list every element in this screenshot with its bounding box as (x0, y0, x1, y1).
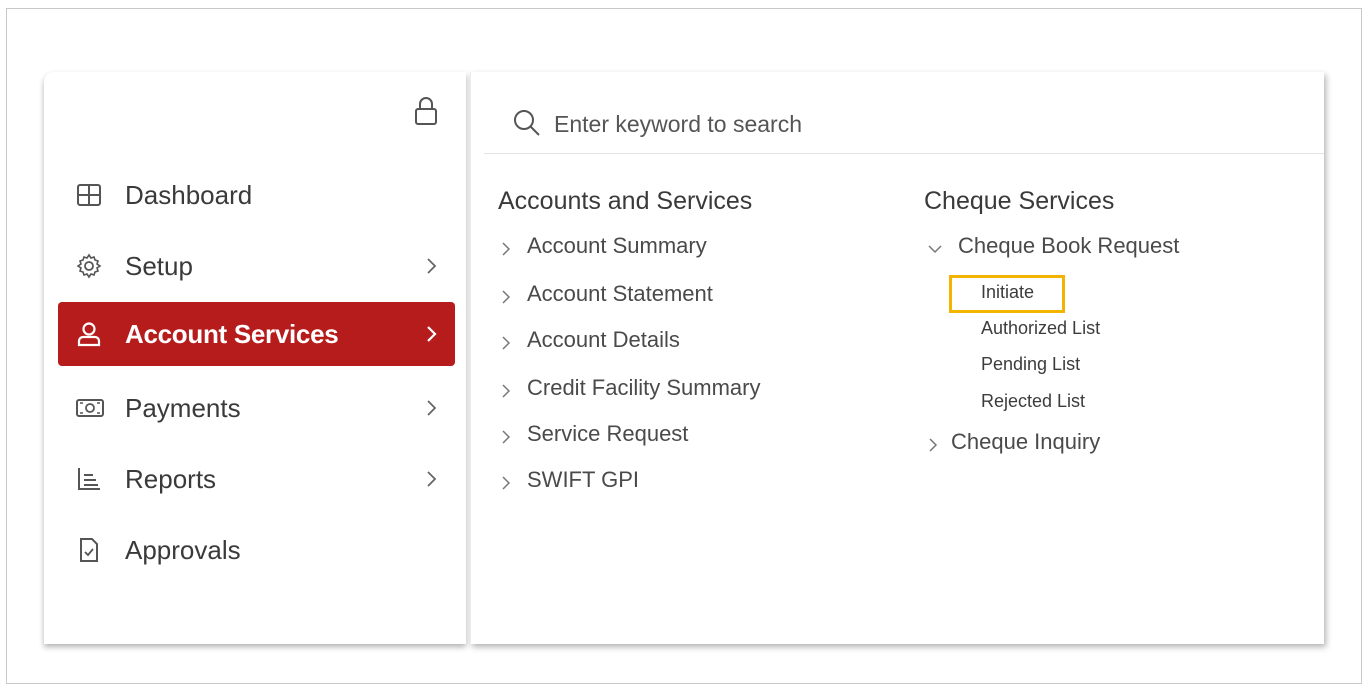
menu-panel (470, 72, 1324, 644)
link-account-statement[interactable]: Account Statement (499, 278, 713, 310)
lock-icon[interactable] (414, 96, 438, 126)
user-icon (76, 321, 102, 347)
chevron-right-icon (499, 425, 513, 444)
chevron-right-icon (499, 379, 513, 398)
approval-document-icon (76, 537, 102, 563)
sub-item-pending-list[interactable]: Pending List (981, 350, 1080, 378)
sidebar-item-setup[interactable]: Setup (58, 235, 455, 297)
chevron-right-icon (499, 471, 513, 490)
sub-item-authorized-list[interactable]: Authorized List (981, 314, 1100, 342)
reports-icon (76, 466, 102, 492)
link-label: Account Details (527, 327, 680, 352)
sidebar-item-label: Setup (125, 250, 193, 281)
link-account-summary[interactable]: Account Summary (499, 230, 707, 262)
link-service-request[interactable]: Service Request (499, 418, 688, 450)
sidebar-item-approvals[interactable]: Approvals (58, 519, 455, 581)
sidebar-item-label: Payments (125, 392, 241, 423)
link-label: Service Request (527, 421, 689, 446)
sub-item-rejected-list[interactable]: Rejected List (981, 387, 1085, 415)
chevron-right-icon (499, 285, 513, 304)
chevron-right-icon (499, 237, 513, 256)
link-account-details[interactable]: Account Details (499, 324, 680, 356)
cheque-section-title: Cheque Services (924, 187, 1115, 215)
chevron-right-icon (926, 433, 940, 452)
chevron-right-icon (424, 468, 440, 490)
sidebar-item-dashboard[interactable]: Dashboard (58, 164, 455, 226)
sidebar-item-account-services[interactable]: Account Services (58, 302, 455, 366)
sidebar-item-label: Reports (125, 463, 217, 494)
sidebar-item-label: Account Services (125, 318, 339, 349)
search-icon (512, 108, 542, 138)
link-label: Account Statement (527, 281, 713, 306)
link-label: SWIFT GPI (527, 467, 640, 492)
link-cheque-inquiry[interactable]: Cheque Inquiry (926, 426, 1100, 458)
link-label: Cheque Book Request (958, 233, 1180, 258)
search-bar (484, 92, 1324, 154)
link-credit-facility-summary[interactable]: Credit Facility Summary (499, 372, 760, 404)
link-label: Credit Facility Summary (527, 375, 761, 400)
highlight-box (949, 275, 1065, 313)
dashboard-grid-icon (76, 182, 102, 208)
link-cheque-book-request[interactable]: Cheque Book Request (926, 230, 1179, 262)
sidebar-item-label: Approvals (125, 534, 241, 565)
sidebar-item-label: Dashboard (125, 179, 253, 210)
accounts-section-title: Accounts and Services (498, 187, 753, 215)
chevron-down-icon (926, 237, 944, 255)
cash-icon (76, 395, 104, 421)
sidebar-item-payments[interactable]: Payments (58, 377, 455, 439)
link-label: Cheque Inquiry (951, 429, 1101, 454)
chevron-right-icon (499, 331, 513, 350)
gear-icon (76, 253, 102, 279)
link-swift-gpi[interactable]: SWIFT GPI (499, 464, 639, 496)
search-input[interactable] (554, 106, 1254, 142)
link-label: Account Summary (527, 233, 707, 258)
chevron-right-icon (424, 255, 440, 277)
chevron-right-icon (424, 323, 440, 345)
chevron-right-icon (424, 397, 440, 419)
sidebar-item-reports[interactable]: Reports (58, 448, 455, 510)
